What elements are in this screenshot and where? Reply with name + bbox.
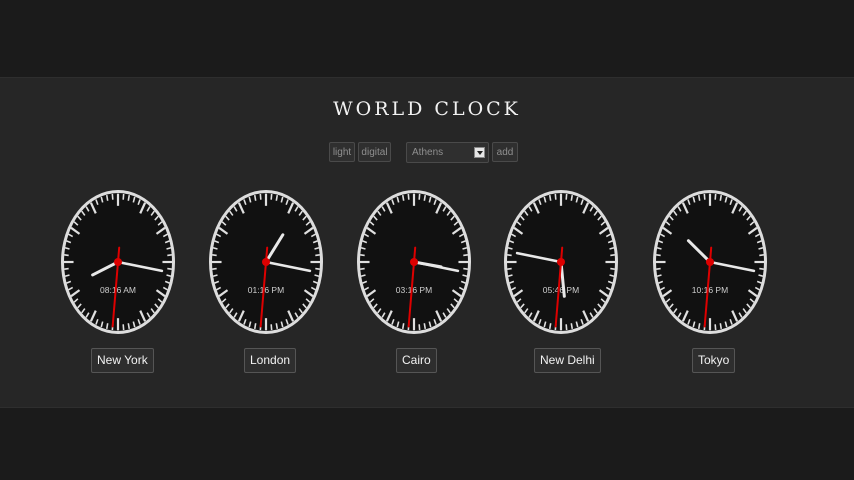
tick-mark — [759, 254, 764, 257]
clock-digital-time: 03:16 PM — [396, 285, 432, 295]
tick-mark — [360, 254, 365, 257]
light-theme-button[interactable]: light — [329, 142, 355, 162]
tick-mark — [610, 267, 615, 270]
chevron-down-icon[interactable] — [474, 147, 485, 158]
city-label-new-delhi[interactable]: New Delhi — [534, 348, 601, 373]
tick-mark — [315, 254, 320, 257]
city-label-tokyo[interactable]: Tokyo — [692, 348, 736, 373]
clock-digital-time: 05:46 PM — [543, 285, 579, 295]
tick-mark — [167, 254, 172, 257]
clock-center-pin — [557, 258, 565, 266]
analog-clock-new-delhi: 05:46 PM — [501, 188, 621, 336]
tick-mark — [315, 267, 320, 270]
tick-mark — [610, 254, 615, 257]
analog-clock-cairo: 03:16 PM — [354, 188, 474, 336]
tick-mark — [507, 267, 512, 270]
tick-mark — [275, 194, 279, 201]
tick-mark — [275, 323, 279, 330]
tick-mark — [105, 194, 109, 201]
tick-mark — [463, 254, 468, 257]
city-label-cairo[interactable]: Cairo — [396, 348, 437, 373]
clock-face: 08:16 AM — [61, 190, 175, 334]
clock-center-pin — [114, 258, 122, 266]
tick-mark — [656, 254, 661, 257]
clock-face: 05:46 PM — [504, 190, 618, 334]
clock-face: 03:16 PM — [357, 190, 471, 334]
analog-clock-new-york: 08:16 AM — [58, 188, 178, 336]
clock-center-pin — [706, 258, 714, 266]
digital-mode-button[interactable]: digital — [358, 142, 391, 162]
analog-clock-tokyo: 10:16 PM — [650, 188, 770, 336]
city-label-london[interactable]: London — [244, 348, 297, 373]
tick-mark — [212, 267, 217, 270]
city-select[interactable]: Athens — [406, 142, 489, 163]
tick-mark — [64, 267, 69, 270]
tick-mark — [360, 267, 365, 270]
page-title: WORLD CLOCK — [333, 98, 521, 120]
tick-mark — [697, 194, 701, 201]
tick-mark — [253, 323, 257, 330]
tick-mark — [423, 194, 427, 201]
tick-mark — [401, 194, 405, 201]
tick-mark — [570, 323, 574, 330]
tick-mark — [507, 254, 512, 257]
tick-mark — [253, 194, 257, 201]
clock-digital-time: 01:16 PM — [248, 285, 284, 295]
add-city-button[interactable]: add — [492, 142, 518, 162]
tick-mark — [167, 267, 172, 270]
tick-mark — [212, 254, 217, 257]
tick-mark — [127, 323, 131, 330]
controls-bar: light digital Athens add — [0, 142, 854, 164]
tick-mark — [656, 267, 661, 270]
clock-digital-time: 08:16 AM — [100, 285, 136, 295]
clock-face: 10:16 PM — [653, 190, 767, 334]
clock-center-pin — [262, 258, 270, 266]
tick-mark — [759, 267, 764, 270]
tick-mark — [423, 323, 427, 330]
analog-clock-london: 01:16 PM — [206, 188, 326, 336]
clock-center-pin — [410, 258, 418, 266]
tick-mark — [105, 323, 109, 330]
tick-mark — [548, 194, 552, 201]
tick-mark — [719, 194, 723, 201]
tick-mark — [697, 323, 701, 330]
city-label-new-york[interactable]: New York — [91, 348, 154, 373]
tick-mark — [64, 254, 69, 257]
tick-mark — [570, 194, 574, 201]
clock-digital-time: 10:16 PM — [692, 285, 728, 295]
tick-mark — [463, 267, 468, 270]
tick-mark — [548, 323, 552, 330]
tick-mark — [401, 323, 405, 330]
city-select-value: Athens — [412, 147, 444, 158]
tick-mark — [127, 194, 131, 201]
clock-face: 01:16 PM — [209, 190, 323, 334]
tick-mark — [719, 323, 723, 330]
